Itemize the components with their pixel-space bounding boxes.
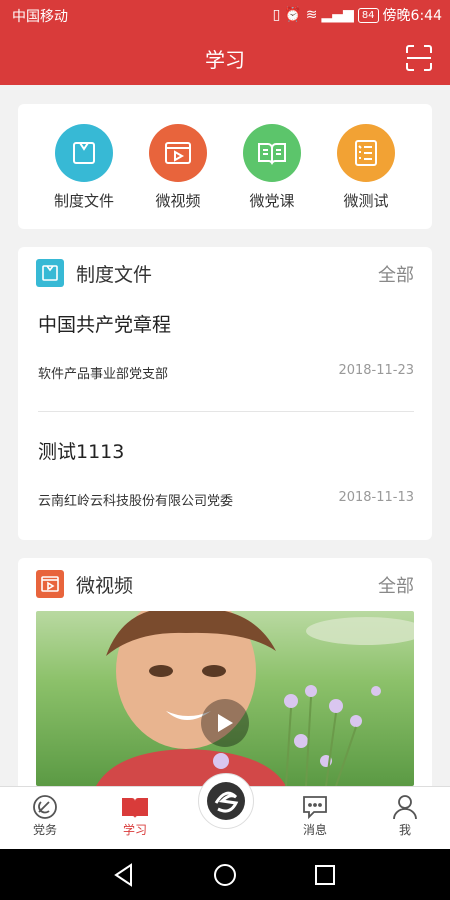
document-date: 2018-11-23 <box>338 363 414 378</box>
quick-item-micro-test[interactable]: 微测试 <box>321 124 411 211</box>
document-date: 2018-11-13 <box>338 490 414 505</box>
app-header: 学习 <box>0 30 450 85</box>
document-org: 云南红岭云科技股份有限公司党委 <box>38 494 234 509</box>
video-card: 微视频 全部 <box>18 558 432 798</box>
tab-me[interactable]: 我 <box>360 793 450 838</box>
tab-party-affairs[interactable]: 党务 <box>0 793 90 838</box>
app-logo-icon <box>207 782 245 820</box>
document-item[interactable]: 测试1113 云南红岭云科技股份有限公司党委 2018-11-13 <box>38 437 414 517</box>
play-icon <box>218 714 233 732</box>
video-all-link[interactable]: 全部 <box>378 572 414 598</box>
documents-title: 制度文件 <box>76 264 153 286</box>
bottom-tab-bar: 党务 学习 消息 我 <box>0 773 450 850</box>
play-button[interactable] <box>201 699 249 747</box>
signal-icon: ▂▄▆ <box>321 7 354 23</box>
alarm-icon: ⏰ <box>284 7 302 23</box>
status-bar: 中国移动 ▯ ⏰ ≋ ▂▄▆ 84 傍晚6:44 <box>0 0 450 30</box>
documents-header: 制度文件 全部 <box>36 257 414 289</box>
vibrate-icon: ▯ <box>272 7 281 23</box>
video-player-icon <box>36 570 64 598</box>
quick-entry-card: 制度文件 微视频 微党课 微测试 <box>18 104 432 229</box>
document-bag-icon <box>36 259 64 287</box>
message-bubble-icon <box>270 793 360 821</box>
carrier-label: 中国移动 <box>12 9 68 25</box>
document-org: 软件产品事业部党支部 <box>38 367 169 382</box>
quick-item-micro-lesson[interactable]: 微党课 <box>227 124 317 211</box>
documents-card: 制度文件 全部 中国共产党章程 软件产品事业部党支部 2018-11-23 测试… <box>18 247 432 540</box>
page-title: 学习 <box>205 48 245 72</box>
open-book-icon <box>243 124 301 182</box>
video-thumbnail[interactable] <box>36 611 414 786</box>
document-title: 中国共产党章程 <box>38 314 172 336</box>
recents-icon[interactable] <box>314 864 336 886</box>
test-sheet-icon <box>337 124 395 182</box>
documents-all-link[interactable]: 全部 <box>378 261 414 287</box>
book-icon <box>90 793 180 821</box>
clock: 傍晚6:44 <box>382 8 442 24</box>
tab-messages[interactable]: 消息 <box>270 793 360 838</box>
video-header: 微视频 全部 <box>36 568 414 600</box>
document-item[interactable]: 中国共产党章程 软件产品事业部党支部 2018-11-23 <box>38 310 414 390</box>
scan-icon[interactable] <box>406 45 432 71</box>
quick-item-micro-video[interactable]: 微视频 <box>133 124 223 211</box>
back-icon[interactable] <box>112 863 136 887</box>
wifi-icon: ≋ <box>305 7 318 23</box>
video-title: 微视频 <box>76 575 134 597</box>
tab-study[interactable]: 学习 <box>90 793 180 838</box>
system-nav-bar <box>0 849 450 900</box>
document-title: 测试1113 <box>38 441 125 463</box>
divider <box>38 411 414 412</box>
quick-item-regulations[interactable]: 制度文件 <box>39 124 129 211</box>
party-emblem-icon <box>0 793 90 821</box>
battery-indicator: 84 <box>357 7 379 23</box>
home-icon[interactable] <box>213 863 237 887</box>
app-logo-button[interactable] <box>198 773 254 829</box>
document-bag-icon <box>55 124 113 182</box>
video-player-icon <box>149 124 207 182</box>
person-icon <box>360 793 450 821</box>
